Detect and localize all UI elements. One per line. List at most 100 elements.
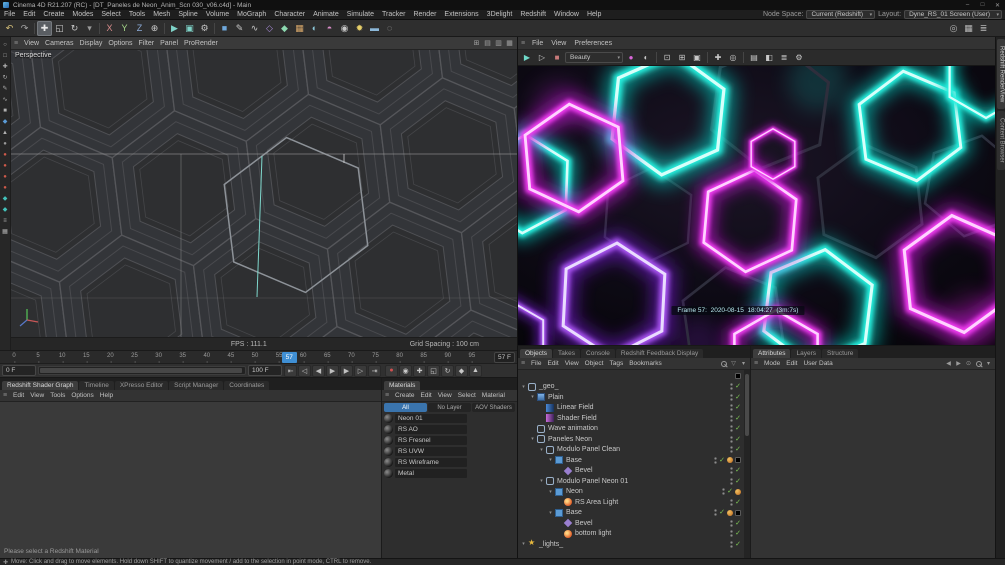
object-row[interactable]: ▾ Base ✓: [518, 508, 750, 519]
menu-item[interactable]: Mesh: [149, 11, 174, 18]
object-label[interactable]: _geo_: [537, 383, 560, 390]
panel-options-icon[interactable]: ▾: [739, 359, 748, 368]
object-menu-item[interactable]: File: [528, 360, 544, 367]
aov-select[interactable]: Beauty: [565, 52, 623, 63]
object-menu-item[interactable]: Edit: [544, 360, 561, 367]
enabled-check-icon[interactable]: ✓: [719, 457, 725, 464]
enabled-check-icon[interactable]: ✓: [719, 509, 725, 516]
move-icon[interactable]: ✚: [1, 62, 10, 71]
enabled-check-icon[interactable]: ✓: [735, 520, 741, 527]
visibility-dots[interactable]: [730, 435, 734, 443]
object-row[interactable]: ▾ _lights_ ✓: [518, 538, 750, 550]
timeline-scrollbar[interactable]: [38, 366, 246, 375]
record-keyframe-button[interactable]: ●: [385, 364, 398, 377]
visibility-dots[interactable]: [730, 404, 734, 412]
layout-options-icon[interactable]: ≣: [976, 21, 991, 36]
material-item[interactable]: Neon 01: [382, 413, 517, 424]
visibility-dots[interactable]: [730, 477, 734, 485]
timeline-start-field[interactable]: 0 F: [2, 365, 36, 376]
shader-graph-canvas[interactable]: Please select a Redshift Material: [0, 402, 381, 559]
visibility-dots[interactable]: [730, 446, 734, 454]
deformer-red-icon-3[interactable]: ●: [1, 172, 10, 181]
pan-view-icon[interactable]: ✚: [711, 51, 725, 64]
prev-frame-button[interactable]: ◀: [312, 364, 325, 377]
menu-item[interactable]: Modes: [68, 11, 97, 18]
object-label[interactable]: Base: [564, 457, 584, 464]
enabled-check-icon[interactable]: ✓: [735, 394, 741, 401]
renderview-menu-item[interactable]: View: [547, 40, 570, 47]
object-row[interactable]: ▾ Base ✓: [518, 455, 750, 466]
panel-tab[interactable]: Objects: [520, 349, 553, 358]
visibility-dots[interactable]: [730, 467, 734, 475]
material-name[interactable]: RS Fresnel: [395, 436, 467, 445]
panel-menu-icon[interactable]: [11, 40, 21, 47]
object-label[interactable]: Modulo Panel Clean: [555, 446, 622, 453]
nav-forward-icon[interactable]: ▶: [954, 359, 963, 368]
deformer-red-icon-1[interactable]: ●: [1, 150, 10, 159]
object-label[interactable]: Neon: [564, 488, 585, 495]
panel-tab[interactable]: Coordinates: [224, 381, 270, 390]
material-item[interactable]: RS UVW: [382, 446, 517, 457]
menu-item[interactable]: Edit: [19, 11, 39, 18]
visibility-dots[interactable]: [730, 414, 734, 422]
timeline-end-field[interactable]: 100 F: [248, 365, 282, 376]
close-button[interactable]: ✕: [990, 0, 1005, 10]
menu-item[interactable]: Create: [39, 11, 68, 18]
panel-tab[interactable]: Redshift Shader Graph: [2, 381, 79, 390]
visibility-dots[interactable]: [730, 540, 734, 548]
timeline-ruler[interactable]: 0 5 10 15 20 25 30 35 40 45 50 55 60 65 70 75 80 85 90 95 5…: [0, 350, 517, 364]
object-row[interactable]: ▾ _geo_ ✓: [518, 382, 750, 393]
ab-compare-icon[interactable]: ◧: [762, 51, 776, 64]
workplane-icon[interactable]: ▦: [961, 21, 976, 36]
material-name[interactable]: Neon 01: [395, 414, 467, 423]
floor-icon[interactable]: ▬: [367, 21, 382, 36]
camera-icon[interactable]: ◉: [337, 21, 352, 36]
black-tag-icon[interactable]: [735, 457, 741, 464]
attributes-menu-item[interactable]: Edit: [783, 360, 800, 367]
redo-icon[interactable]: ↷: [17, 21, 32, 36]
menu-item[interactable]: Spline: [174, 11, 201, 18]
material-swatch[interactable]: [384, 447, 393, 456]
visibility-dots[interactable]: [730, 383, 734, 391]
enabled-check-icon[interactable]: ✓: [735, 541, 741, 548]
menu-item[interactable]: 3Delight: [483, 11, 517, 18]
menu-item[interactable]: Character: [270, 11, 309, 18]
shader-graph-menu-item[interactable]: Edit: [10, 392, 27, 399]
material-swatch[interactable]: [384, 458, 393, 467]
snapshot-icon[interactable]: ▤: [747, 51, 761, 64]
panel-options-icon[interactable]: ▾: [984, 359, 993, 368]
visibility-dots[interactable]: [714, 456, 718, 464]
enabled-check-icon[interactable]: ✓: [735, 415, 741, 422]
timeline-tick[interactable]: 40: [203, 353, 210, 364]
minimize-button[interactable]: –: [960, 0, 975, 10]
material-swatch[interactable]: [384, 414, 393, 423]
live-selection-icon[interactable]: ○: [1, 40, 10, 49]
play-button[interactable]: ▶: [326, 364, 339, 377]
timeline-playhead[interactable]: 57: [281, 352, 297, 363]
panel-tab[interactable]: Timeline: [79, 381, 114, 390]
render-canvas[interactable]: Frame 57: 2020-08-15 18:04:27 (3m:7s): [518, 66, 996, 345]
stop-render-icon[interactable]: ■: [550, 51, 564, 64]
enabled-check-icon[interactable]: ✓: [735, 478, 741, 485]
viewport-menu-item[interactable]: Panel: [157, 40, 181, 47]
next-key-button[interactable]: ▷: [354, 364, 367, 377]
object-label[interactable]: _lights_: [537, 541, 565, 548]
object-label[interactable]: RS Area Light: [573, 499, 620, 506]
shader-graph-menu-item[interactable]: View: [27, 392, 47, 399]
undo-icon[interactable]: ↶: [2, 21, 17, 36]
object-label[interactable]: bottom light: [573, 530, 613, 537]
viewport-menu-item[interactable]: ProRender: [181, 40, 221, 47]
light-icon[interactable]: ✹: [352, 21, 367, 36]
spline-pen-icon[interactable]: ✎: [232, 21, 247, 36]
all-views-icon[interactable]: ▦: [504, 38, 515, 49]
timeline-tick[interactable]: 15: [83, 353, 90, 364]
viewport-menu-item[interactable]: Display: [76, 40, 105, 47]
object-label[interactable]: Bevel: [573, 467, 595, 474]
expand-icon[interactable]: ▾: [547, 510, 554, 516]
crop-icon[interactable]: ⊞: [675, 51, 689, 64]
materials-menu-item[interactable]: Material: [479, 392, 508, 399]
rotate-icon[interactable]: ↻: [1, 73, 10, 82]
next-frame-button[interactable]: ▶: [340, 364, 353, 377]
viewport-camera-label[interactable]: Perspective: [15, 52, 52, 59]
modeling-icon[interactable]: ◆: [1, 117, 10, 126]
